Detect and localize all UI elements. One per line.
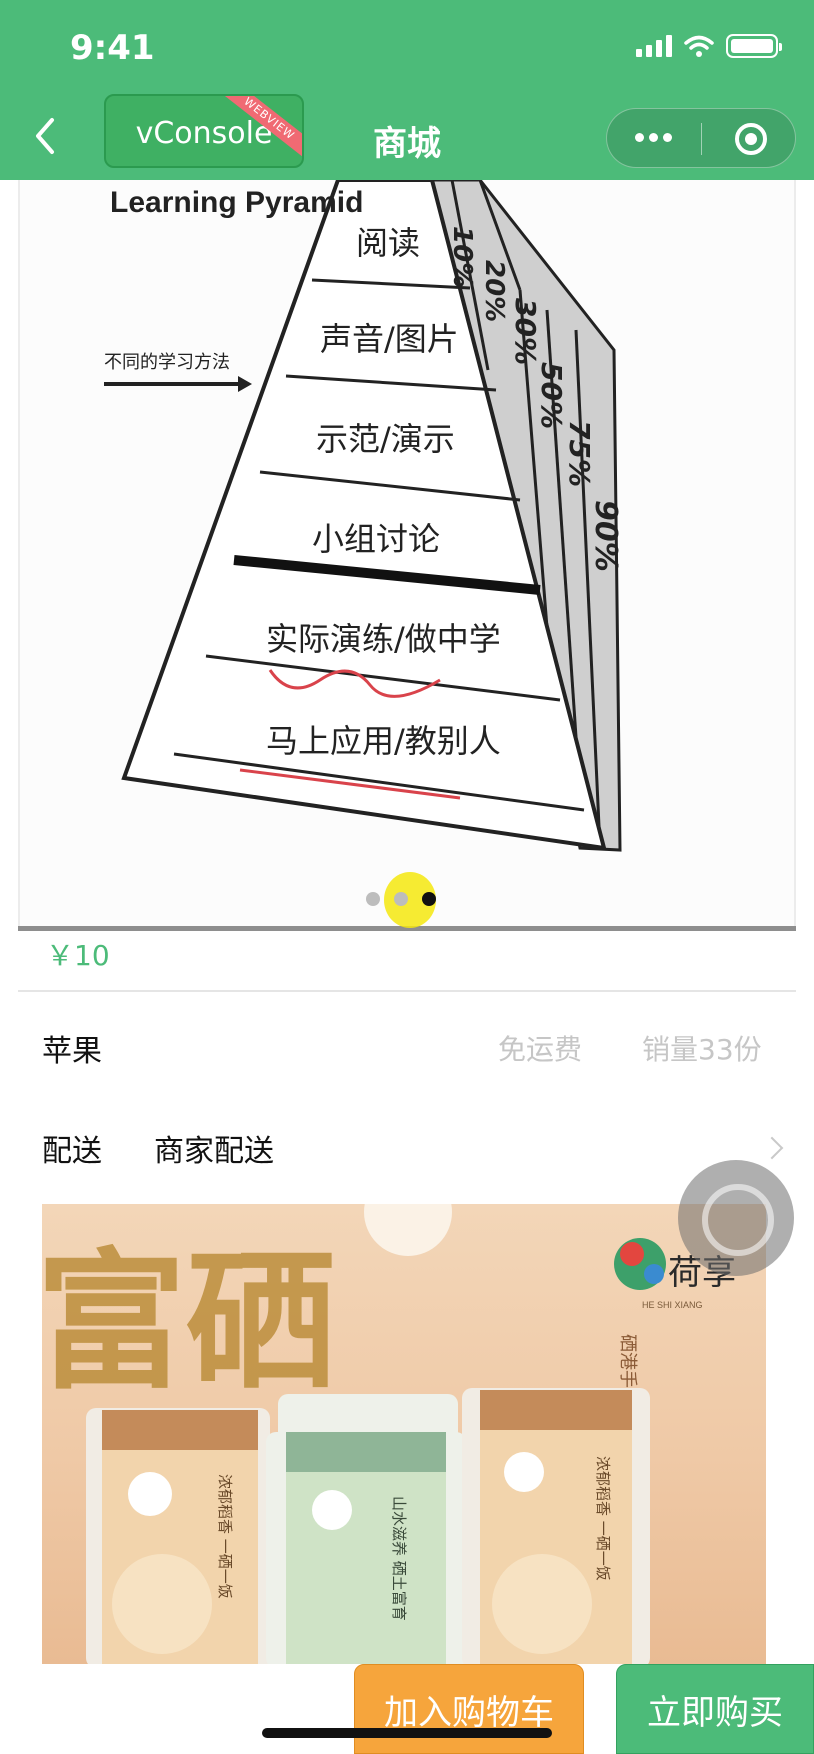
floating-assistive-button[interactable] — [678, 1160, 794, 1276]
detail-right-pack: 浓郁稻香 一硒一饭 — [594, 1456, 612, 1581]
percent-50: 50% — [535, 362, 568, 429]
wifi-icon — [684, 35, 714, 57]
capsule-menu — [606, 108, 796, 168]
pyramid-top-label: 听讲 — [376, 180, 436, 186]
banner-heading: Learning Pyramid — [110, 186, 363, 219]
pyramid-layer-2: 声音/图片 — [320, 320, 459, 358]
carousel-dot[interactable] — [394, 892, 408, 906]
status-time: 9:41 — [70, 28, 155, 68]
nav-bar: 9:41 vConsole WEBVIEW 商城 — [0, 0, 814, 180]
product-price: ￥10 — [46, 939, 110, 972]
product-banner[interactable]: Learning Pyramid 不同的学习方法 听讲 阅读 声音/图片 示范/… — [18, 180, 796, 928]
battery-icon — [726, 34, 782, 58]
percent-10: 10% — [447, 226, 477, 288]
percent-90: 90% — [588, 500, 623, 572]
banner-left-note: 不同的学习方法 — [104, 352, 230, 372]
pyramid-layer-6: 马上应用/教别人 — [266, 722, 501, 760]
divider — [18, 990, 796, 992]
percent-30: 30% — [509, 298, 542, 365]
detail-brand-pinyin: HE SHI XIANG — [642, 1300, 703, 1310]
close-miniprogram-icon[interactable] — [735, 123, 767, 155]
learning-pyramid-image: Learning Pyramid 不同的学习方法 听讲 阅读 声音/图片 示范/… — [104, 180, 623, 852]
percent-20: 20% — [479, 260, 509, 322]
more-icon[interactable] — [635, 133, 672, 142]
pyramid-layer-4: 小组讨论 — [312, 520, 440, 558]
carousel-dot-active[interactable] — [422, 892, 436, 906]
pyramid-layer-1: 阅读 — [356, 224, 420, 262]
pyramid-layer-3: 示范/演示 — [316, 420, 455, 458]
percent-75: 75% — [563, 420, 596, 487]
status-icons — [636, 34, 782, 58]
shipping-info: 免运费 — [498, 1033, 583, 1066]
delivery-label: 配送 — [42, 1134, 102, 1169]
pyramid-layer-5: 实际演练/做中学 — [266, 620, 501, 658]
buy-now-button[interactable]: 立即购买 — [616, 1664, 814, 1754]
detail-middle-pack: 山水滋养 硒土富育 — [390, 1496, 408, 1621]
carousel-dots — [366, 892, 436, 906]
delivery-value[interactable]: 商家配送 — [154, 1126, 274, 1170]
product-name: 苹果 — [42, 1034, 102, 1069]
sales-count: 销量33份 — [642, 1033, 762, 1066]
chevron-right-icon[interactable] — [760, 1136, 784, 1160]
product-detail-image: 富硒 荷享 HE SHI XIANG 硒港手耕 浓郁稻香 一硒一饭 山水滋养 硒… — [42, 1204, 766, 1664]
carousel-dot[interactable] — [366, 892, 380, 906]
detail-left-pack: 浓郁稻香 一硒一饭 — [216, 1474, 234, 1599]
add-to-cart-button[interactable]: 加入购物车 — [354, 1664, 584, 1754]
signal-icon — [636, 35, 672, 57]
detail-big-chars: 富硒 — [42, 1234, 336, 1410]
home-indicator — [262, 1728, 552, 1738]
